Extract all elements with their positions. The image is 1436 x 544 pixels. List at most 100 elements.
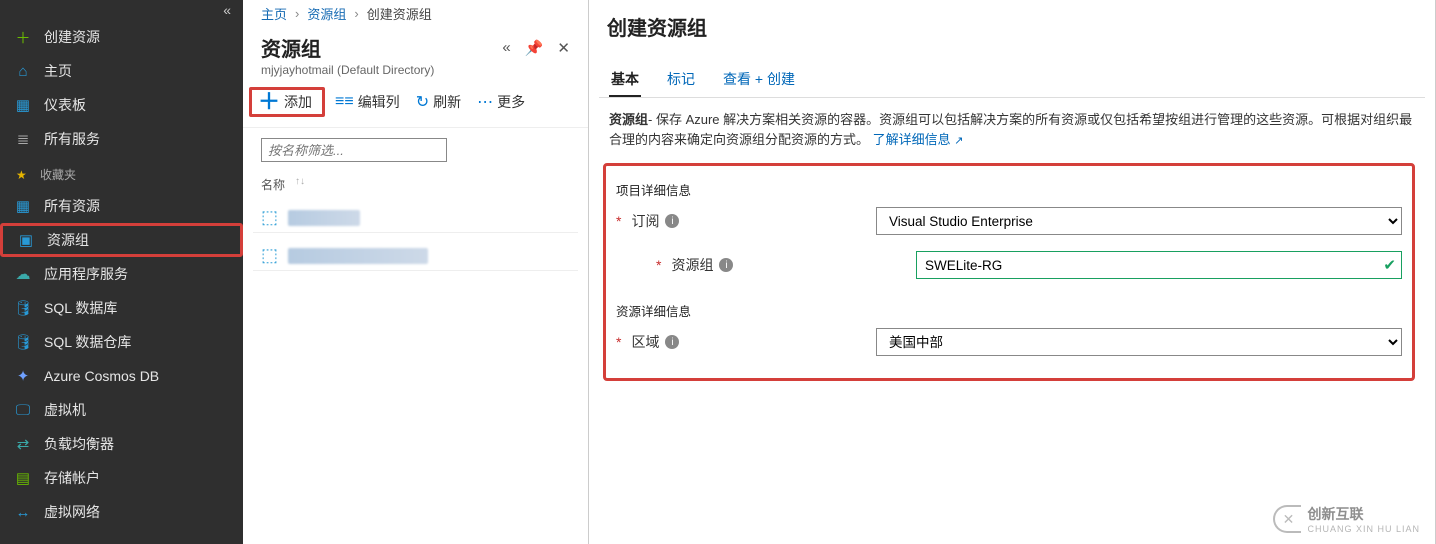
breadcrumb-sep-icon: › [295, 6, 299, 21]
blade-subtitle: mjyjayhotmail (Default Directory) [261, 63, 434, 77]
sidebar-icon: ⇄ [14, 435, 32, 453]
resource-group-icon: ⬚ [261, 207, 278, 228]
list-header[interactable]: 名称 ↑↓ [243, 170, 588, 199]
sidebar-item-label: SQL 数据库 [44, 298, 117, 318]
region-select[interactable]: 美国中部 [876, 328, 1402, 356]
form-panel: 项目详细信息 * 订阅 i Visual Studio Enterprise *… [603, 163, 1415, 381]
info-icon[interactable]: i [719, 258, 733, 272]
breadcrumb-resource-groups[interactable]: 资源组 [307, 4, 346, 23]
sidebar-item-label: 主页 [44, 61, 72, 81]
sidebar-item-label: Azure Cosmos DB [44, 368, 159, 384]
sidebar-icon: ▦ [14, 96, 32, 114]
sidebar-fav-7[interactable]: ⇄ 负载均衡器 [0, 427, 243, 461]
sidebar-item-0[interactable]: ＋创建资源 [0, 20, 243, 54]
sidebar-fav-0[interactable]: ▦ 所有资源 [0, 189, 243, 223]
sidebar-icon: ☁ [14, 265, 32, 283]
breadcrumb-create-rg: 创建资源组 [367, 4, 432, 23]
sidebar-icon: ▤ [14, 469, 32, 487]
refresh-label: 刷新 [433, 92, 461, 112]
subscription-label: 订阅 [631, 211, 659, 231]
sidebar-icon: ▦ [14, 197, 32, 215]
sidebar-item-label: 所有资源 [44, 196, 100, 216]
watermark: ✕ 创新互联 CHUANG XIN HU LIAN [1265, 500, 1428, 538]
breadcrumb-home[interactable]: 主页 [261, 4, 287, 23]
description-body: - 保存 Azure 解决方案相关资源的容器。资源组可以包括解决方案的所有资源或… [609, 112, 1412, 147]
resource-group-icon: ⬚ [261, 245, 278, 266]
info-icon[interactable]: i [665, 214, 679, 228]
sidebar-item-label: 资源组 [47, 230, 89, 250]
sidebar-item-label: 虚拟机 [44, 400, 86, 420]
sidebar-icon: 🛢 [14, 333, 32, 351]
sidebar-fav-9[interactable]: ↔ 虚拟网络 [0, 495, 243, 529]
tab-review-create[interactable]: 查看 + 创建 [721, 63, 797, 97]
sidebar-icon: 🖵 [14, 402, 32, 419]
sort-icon: ↑↓ [295, 176, 305, 193]
chevron-left-icon: « [223, 2, 231, 18]
sidebar-fav-2[interactable]: ☁ 应用程序服务 [0, 257, 243, 291]
breadcrumb-sep-icon: › [354, 6, 358, 21]
tab-basic[interactable]: 基本 [609, 63, 641, 97]
sidebar-icon: ⌂ [14, 63, 32, 80]
sidebar-icon: ＋ [14, 27, 32, 48]
project-details-header: 项目详细信息 [616, 180, 1402, 199]
list-item-name-blurred [288, 210, 360, 226]
columns-icon: ≡≡ [335, 93, 354, 111]
subscription-select[interactable]: Visual Studio Enterprise [876, 207, 1402, 235]
refresh-button[interactable]: ↻ 刷新 [410, 88, 467, 116]
sidebar-icon: 🛢 [14, 299, 32, 317]
ellipsis-icon: ⋯ [477, 92, 493, 112]
edit-columns-button[interactable]: ≡≡ 编辑列 [329, 88, 406, 116]
sidebar-fav-3[interactable]: 🛢 SQL 数据库 [0, 291, 243, 325]
external-link-icon: ↗ [954, 135, 963, 147]
watermark-text: 创新互联 [1307, 504, 1420, 524]
sidebar-item-1[interactable]: ⌂ 主页 [0, 54, 243, 88]
list-item[interactable]: ⬚ [253, 241, 578, 271]
info-icon[interactable]: i [665, 335, 679, 349]
sidebar-icon: ↔ [14, 504, 32, 521]
sidebar-item-label: 应用程序服务 [44, 264, 128, 284]
sidebar-item-2[interactable]: ▦ 仪表板 [0, 88, 243, 122]
required-marker: * [616, 334, 621, 350]
learn-more-link[interactable]: 了解详细信息 ↗ [873, 132, 964, 147]
add-button-label: 添加 [284, 92, 312, 112]
resource-group-name-input[interactable] [916, 251, 1402, 279]
list-item[interactable]: ⬚ [253, 203, 578, 233]
sidebar-item-3[interactable]: ≣所有服务 [0, 122, 243, 156]
tab-tags[interactable]: 标记 [665, 63, 697, 97]
tabs: 基本 标记 查看 + 创建 [599, 53, 1425, 98]
blade-title: 资源组 [261, 33, 434, 62]
more-label: 更多 [497, 92, 525, 112]
minimize-blade-icon[interactable]: « [502, 39, 510, 57]
left-sidebar: « ＋创建资源 ⌂ 主页 ▦ 仪表板 ≣所有服务 ★ 收藏夹 ▦ 所有资源 ▣资源组 ☁ 应用程序… [0, 0, 243, 544]
required-marker: * [656, 257, 661, 273]
pin-icon[interactable]: 📌 [525, 39, 544, 57]
plus-icon: ＋ [258, 95, 280, 109]
close-icon[interactable]: ✕ [557, 39, 570, 57]
sidebar-fav-8[interactable]: ▤ 存储帐户 [0, 461, 243, 495]
sidebar-item-label: 虚拟网络 [44, 502, 100, 522]
sidebar-item-label: 负载均衡器 [44, 434, 114, 454]
sidebar-fav-5[interactable]: ✦ Azure Cosmos DB [0, 359, 243, 393]
sidebar-item-label: 仪表板 [44, 95, 86, 115]
create-resource-group-blade: 创建资源组 基本 标记 查看 + 创建 资源组- 保存 Azure 解决方案相关… [589, 0, 1436, 544]
sidebar-favorites-label: 收藏夹 [40, 166, 76, 183]
sidebar-fav-1[interactable]: ▣资源组 [0, 223, 243, 257]
more-button[interactable]: ⋯ 更多 [471, 88, 531, 116]
sidebar-collapse-button[interactable]: « [0, 0, 243, 20]
add-button[interactable]: ＋ 添加 [249, 87, 325, 117]
sidebar-fav-6[interactable]: 🖵 虚拟机 [0, 393, 243, 427]
resource-group-label: 资源组 [671, 255, 713, 275]
filter-input[interactable] [261, 138, 447, 162]
page-title: 创建资源组 [607, 12, 707, 41]
edit-columns-label: 编辑列 [358, 92, 400, 112]
region-label: 区域 [631, 332, 659, 352]
sidebar-fav-4[interactable]: 🛢 SQL 数据仓库 [0, 325, 243, 359]
refresh-icon: ↻ [416, 92, 429, 112]
sidebar-item-label: 存储帐户 [44, 468, 100, 488]
sidebar-favorites-header: ★ 收藏夹 [0, 156, 243, 189]
required-marker: * [616, 213, 621, 229]
sidebar-item-label: SQL 数据仓库 [44, 332, 131, 352]
sidebar-icon: ≣ [14, 130, 32, 148]
sidebar-icon: ✦ [14, 367, 32, 385]
description-text: 资源组- 保存 Azure 解决方案相关资源的容器。资源组可以包括解决方案的所有… [599, 98, 1425, 155]
